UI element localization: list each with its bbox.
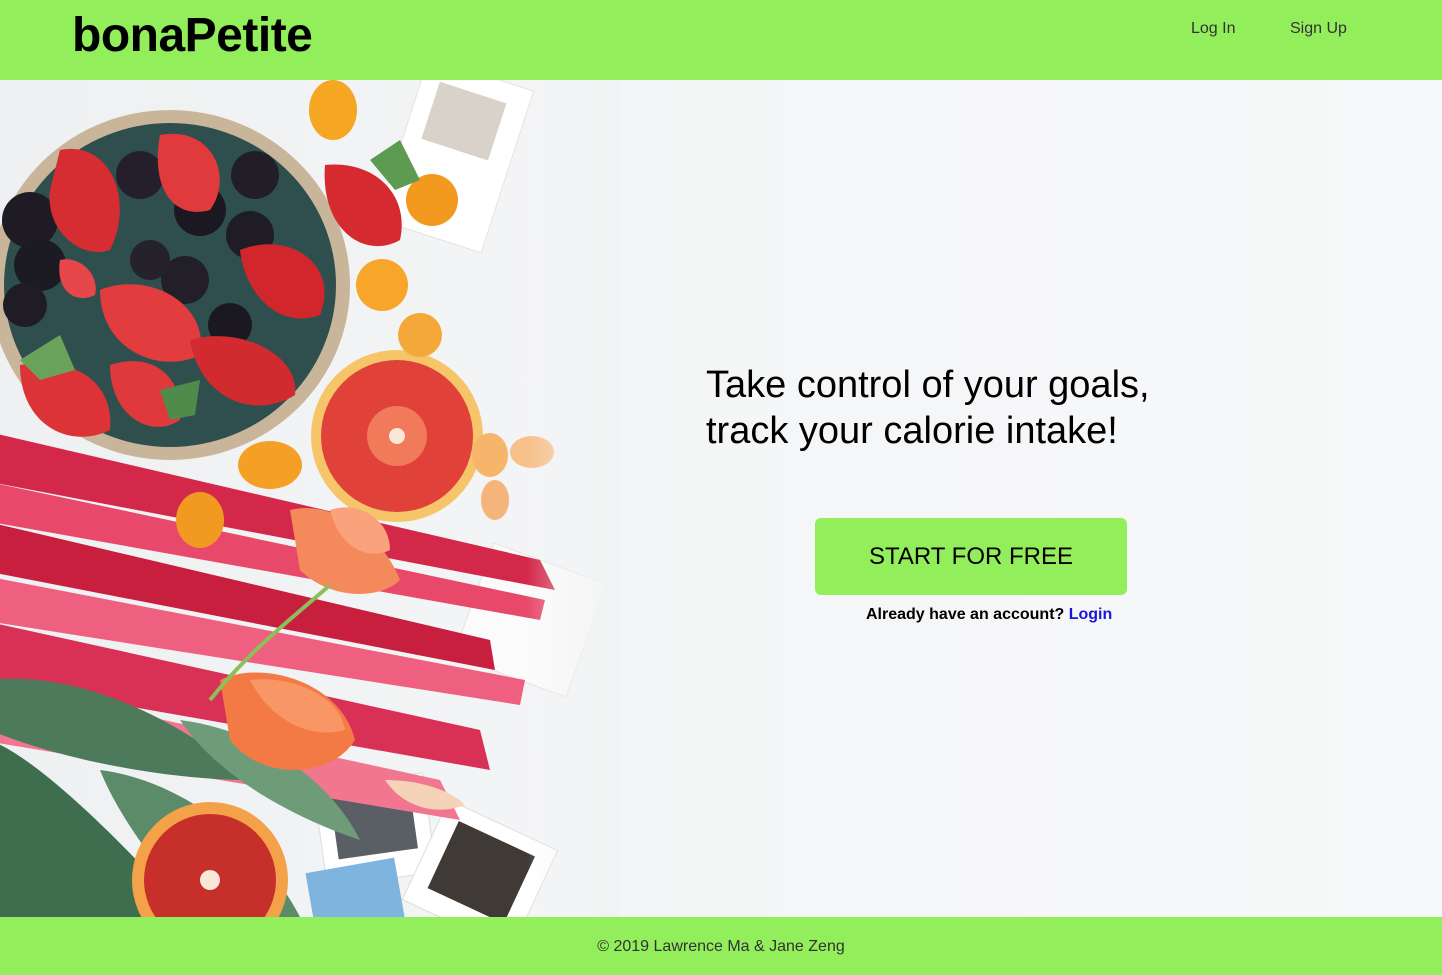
- hero-section: Take control of your goals, track your c…: [0, 80, 1442, 917]
- fruit-photo: [0, 80, 620, 917]
- account-prompt-text: Already have an account?: [866, 606, 1069, 623]
- site-header: bonaPetite Log In Sign Up: [0, 0, 1442, 80]
- nav-signup-link[interactable]: Sign Up: [1290, 19, 1347, 39]
- nav-login-link[interactable]: Log In: [1191, 19, 1235, 39]
- site-footer: © 2019 Lawrence Ma & Jane Zeng: [0, 917, 1442, 975]
- login-link[interactable]: Login: [1069, 606, 1113, 623]
- start-for-free-button[interactable]: START FOR FREE: [815, 518, 1127, 595]
- headline-line-2: track your calorie intake!: [706, 410, 1118, 452]
- site-logo[interactable]: bonaPetite: [72, 9, 313, 63]
- copyright-text: © 2019 Lawrence Ma & Jane Zeng: [597, 938, 845, 955]
- account-prompt: Already have an account? Login: [866, 605, 1112, 625]
- headline-line-1: Take control of your goals,: [706, 364, 1150, 406]
- hero-headline: Take control of your goals, track your c…: [706, 362, 1266, 454]
